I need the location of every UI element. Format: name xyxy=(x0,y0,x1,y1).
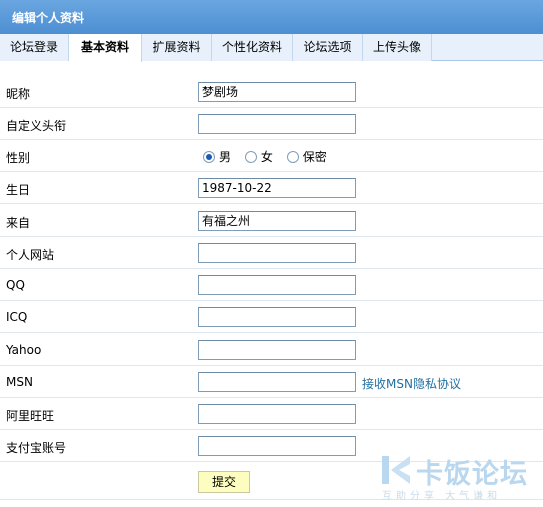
form-row-yahoo: Yahoo xyxy=(0,334,543,366)
page-title-bar: 编辑个人资料 xyxy=(0,0,543,34)
icq-label: ICQ xyxy=(6,310,28,324)
form-row-msn: MSN 接收MSN隐私协议 xyxy=(0,366,543,398)
form-row-nickname: 昵称 梦剧场 xyxy=(0,76,543,108)
gender-female-radio[interactable] xyxy=(244,150,257,163)
form-row-gender: 性别 男 女 保密 xyxy=(0,140,543,172)
form-row-qq: QQ xyxy=(0,269,543,301)
gender-secret-label[interactable]: 保密 xyxy=(303,148,327,165)
kafan-logo-icon xyxy=(382,456,410,484)
gender-label: 性别 xyxy=(6,151,31,165)
nickname-input[interactable]: 梦剧场 xyxy=(198,82,356,102)
tab-basic-info[interactable]: 基本资料 xyxy=(69,34,142,62)
tab-extended-info[interactable]: 扩展资料 xyxy=(142,34,212,61)
form-row-birthday: 生日 1987-10-22 xyxy=(0,172,543,204)
custom-title-label: 自定义头衔 xyxy=(6,119,67,133)
aliwangwang-label: 阿里旺旺 xyxy=(6,409,55,423)
nickname-label: 昵称 xyxy=(6,87,31,101)
qq-label: QQ xyxy=(6,278,25,292)
gender-male-radio[interactable] xyxy=(203,150,215,163)
website-label: 个人网站 xyxy=(6,248,55,262)
form-row-aliwangwang: 阿里旺旺 xyxy=(0,398,543,430)
gender-radio-group: 男 女 保密 xyxy=(203,148,337,164)
gender-secret-radio[interactable] xyxy=(286,150,299,163)
tab-personalized-info[interactable]: 个性化资料 xyxy=(212,34,293,61)
tab-bar: 论坛登录 基本资料 扩展资料 个性化资料 论坛选项 上传头像 xyxy=(0,34,543,62)
page-title: 编辑个人资料 xyxy=(12,11,85,25)
form-row-icq: ICQ xyxy=(0,301,543,333)
msn-privacy-link[interactable]: 接收MSN隐私协议 xyxy=(362,375,461,392)
icq-input[interactable] xyxy=(198,307,356,327)
aliwangwang-input[interactable] xyxy=(198,404,356,424)
msn-label: MSN xyxy=(6,375,33,389)
gender-male-label[interactable]: 男 xyxy=(219,148,231,165)
form-row-custom-title: 自定义头衔 xyxy=(0,108,543,140)
watermark-slogan: 互助分享 大气谦和 xyxy=(382,491,502,502)
alipay-label: 支付宝账号 xyxy=(6,441,67,455)
gender-female-label[interactable]: 女 xyxy=(261,148,273,165)
form-row-website: 个人网站 xyxy=(0,237,543,269)
form-row-from: 来自 有福之州 xyxy=(0,205,543,237)
msn-input[interactable] xyxy=(198,372,356,392)
watermark: 卡饭论坛 互助分享 大气谦和 xyxy=(380,452,540,502)
birthday-input[interactable]: 1987-10-22 xyxy=(198,178,356,198)
from-label: 来自 xyxy=(6,216,31,230)
qq-input[interactable] xyxy=(198,275,356,295)
website-input[interactable] xyxy=(198,243,356,263)
yahoo-input[interactable] xyxy=(198,340,356,360)
tab-forum-login[interactable]: 论坛登录 xyxy=(0,34,69,61)
from-input[interactable]: 有福之州 xyxy=(198,211,356,231)
tab-upload-avatar[interactable]: 上传头像 xyxy=(363,34,432,61)
tab-forum-options[interactable]: 论坛选项 xyxy=(293,34,363,61)
watermark-name: 卡饭论坛 xyxy=(416,459,528,490)
custom-title-input[interactable] xyxy=(198,114,356,134)
birthday-label: 生日 xyxy=(6,183,31,197)
submit-button[interactable]: 提交 xyxy=(198,471,250,493)
alipay-input[interactable] xyxy=(198,436,356,456)
yahoo-label: Yahoo xyxy=(6,343,42,357)
